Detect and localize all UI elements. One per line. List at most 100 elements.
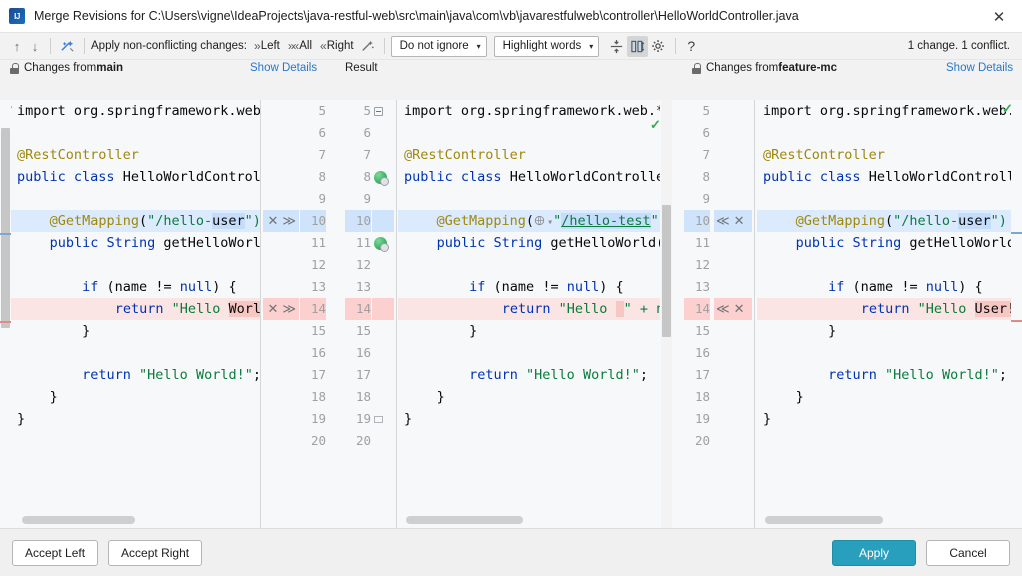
gutter-action-row-right	[714, 188, 752, 210]
reject-right-icon[interactable]: ✕	[734, 298, 745, 320]
accept-right-icon[interactable]: ≪	[716, 298, 730, 320]
right-show-details-link[interactable]: Show Details	[946, 62, 1013, 74]
code-line: @RestController	[11, 144, 261, 166]
line-number: 11	[684, 232, 710, 254]
code-line	[757, 342, 1011, 364]
code-line: return "Hello " + name	[398, 298, 660, 320]
accept-left-icon[interactable]: ≫	[282, 210, 296, 232]
accept-right-button[interactable]: Accept Right	[108, 540, 202, 566]
globe-gutter-icon[interactable]	[374, 237, 387, 250]
code-line	[398, 122, 660, 144]
collapse-unchanged-icon[interactable]	[606, 36, 627, 57]
left-markers-track[interactable]	[0, 100, 11, 528]
toolbar-divider-3	[384, 38, 385, 54]
left-hscrollbar[interactable]	[22, 516, 135, 524]
accept-right-icon[interactable]: ≪	[716, 210, 730, 232]
result-gutter-icon-row	[372, 276, 394, 298]
gutter-action-row-right	[714, 100, 752, 122]
left-code-pane[interactable]: import org.springframework.web@RestContr…	[11, 100, 261, 528]
fold-region-icon[interactable]	[374, 107, 383, 116]
toolbar-divider-4	[675, 38, 676, 54]
line-number: 16	[684, 342, 710, 364]
apply-right-button[interactable]: « Right	[316, 36, 358, 56]
code-line: if (name != null) {	[11, 276, 261, 298]
lock-icon-2	[692, 63, 701, 74]
code-line: public class HelloWorldController	[398, 166, 660, 188]
globe-gutter-icon[interactable]	[374, 171, 387, 184]
code-line: @RestController	[398, 144, 660, 166]
left-show-details-link[interactable]: Show Details	[250, 62, 317, 74]
line-number: 7	[684, 144, 710, 166]
close-icon[interactable]: ✕	[976, 0, 1022, 33]
result-hscrollbar[interactable]	[406, 516, 523, 524]
reject-right-icon[interactable]: ✕	[734, 210, 745, 232]
line-number: 16	[345, 342, 371, 364]
line-number: 8	[345, 166, 371, 188]
gutter-action-row	[263, 364, 299, 386]
code-line: @GetMapping(▾"/hello-test")	[398, 210, 660, 232]
line-number: 8	[300, 166, 326, 188]
gutter-action-row-right	[714, 430, 752, 452]
center-pane-header: Result	[345, 62, 378, 74]
right-conflict-marker[interactable]	[1011, 320, 1022, 322]
left-conflict-marker[interactable]	[0, 321, 11, 323]
apply-button[interactable]: Apply	[832, 540, 916, 566]
right-pane-divider	[754, 100, 755, 528]
result-scroll-thumb[interactable]	[662, 205, 671, 337]
right-hscrollbar[interactable]	[765, 516, 883, 524]
result-gutter-icon-row	[372, 386, 394, 408]
right-change-marker[interactable]	[1011, 232, 1022, 234]
gutter-action-row-right	[714, 320, 752, 342]
result-gutter-icon-row	[372, 342, 394, 364]
code-line: public class HelloWorldController	[757, 166, 1011, 188]
result-gutter-icon-row	[372, 122, 394, 144]
left-scroll-thumb[interactable]	[1, 128, 10, 328]
help-icon[interactable]: ?	[682, 35, 700, 57]
result-code-pane[interactable]: import org.springframework.web.*; @RestCo…	[398, 100, 660, 528]
line-number: 15	[684, 320, 710, 342]
code-line: }	[757, 320, 1011, 342]
arrow-up-icon[interactable]: ↑	[8, 35, 26, 57]
result-left-divider	[396, 100, 397, 528]
magic-wand-icon[interactable]	[358, 35, 378, 57]
code-line: return "Hello Worl	[11, 298, 261, 320]
code-line	[757, 254, 1011, 276]
reject-left-icon[interactable]: ✕	[267, 210, 278, 232]
gutter-action-row-right	[714, 232, 752, 254]
cancel-button[interactable]: Cancel	[926, 540, 1010, 566]
toolbar-divider-2	[84, 38, 85, 54]
code-line: import org.springframework.web.*;	[398, 100, 660, 122]
result-gutter-icon-row	[372, 232, 394, 254]
apply-left-button[interactable]: » Left	[250, 36, 284, 56]
magic-resolve-icon[interactable]	[57, 35, 78, 57]
result-gutter-icon-row	[372, 144, 394, 166]
reject-left-icon[interactable]: ✕	[267, 298, 278, 320]
arrow-down-icon[interactable]: ↓	[26, 35, 44, 57]
left-code-content: import org.springframework.web@RestContr…	[11, 100, 261, 452]
line-number: 12	[345, 254, 371, 276]
left-change-marker[interactable]	[0, 233, 11, 235]
code-line: }	[11, 386, 261, 408]
right-code-pane[interactable]: import org.springframework.web.*@RestCon…	[757, 100, 1011, 528]
line-number: 18	[684, 386, 710, 408]
ignore-policy-select[interactable]: Do not ignore ▾	[391, 36, 487, 57]
gear-icon[interactable]	[648, 35, 669, 57]
code-line	[11, 342, 261, 364]
accept-left-icon[interactable]: ≫	[282, 298, 296, 320]
left-inspection-ok-icon: ✓	[11, 103, 14, 119]
accept-left-button[interactable]: Accept Left	[12, 540, 98, 566]
fold-end-icon[interactable]	[374, 416, 383, 423]
gutter-action-row: ✕≫	[263, 210, 299, 232]
highlight-policy-select[interactable]: Highlight words ▾	[494, 36, 600, 57]
line-number: 7	[345, 144, 371, 166]
gutter-action-row	[263, 188, 299, 210]
line-number: 20	[684, 430, 710, 452]
code-line: return "Hello World!";	[11, 364, 261, 386]
apply-nonconflicting-label: Apply non-conflicting changes:	[91, 40, 247, 52]
title-bar: Merge Revisions for C:\Users\vigne\IdeaP…	[0, 0, 1022, 33]
synchronize-scrolling-icon[interactable]	[627, 36, 648, 57]
right-markers-track[interactable]	[1011, 100, 1022, 528]
result-scroll-track[interactable]	[661, 100, 672, 528]
line-number: 16	[300, 342, 326, 364]
apply-all-button[interactable]: »« All	[284, 36, 316, 56]
